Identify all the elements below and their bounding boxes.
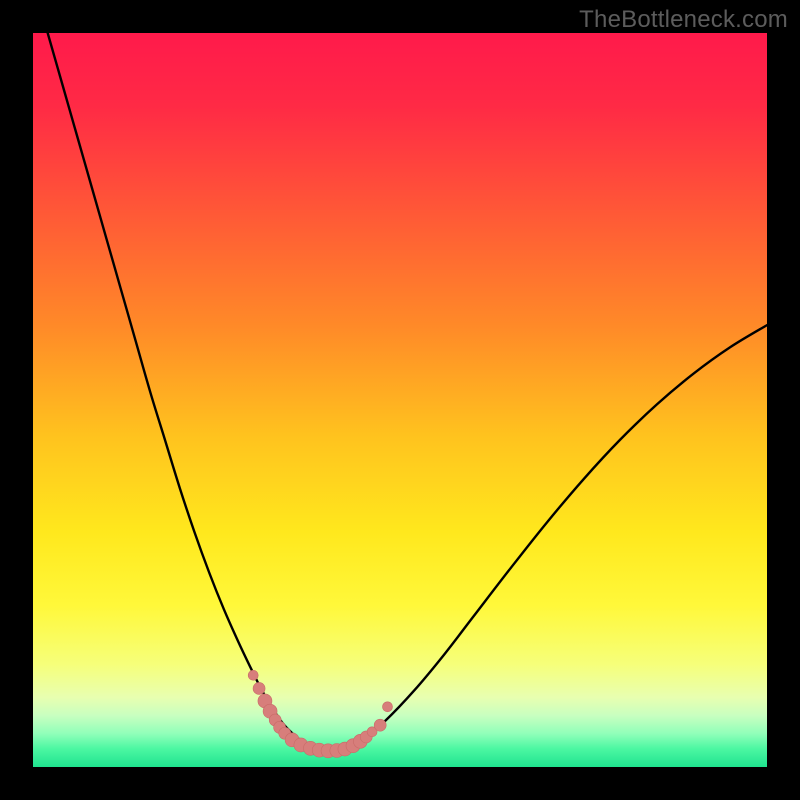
data-marker — [374, 719, 386, 731]
chart-svg — [33, 33, 767, 767]
data-marker — [248, 670, 258, 680]
data-marker — [383, 702, 393, 712]
plot-area — [33, 33, 767, 767]
chart-frame: TheBottleneck.com — [0, 0, 800, 800]
data-marker — [253, 682, 265, 694]
gradient-backdrop — [33, 33, 767, 767]
watermark-text: TheBottleneck.com — [579, 6, 788, 34]
